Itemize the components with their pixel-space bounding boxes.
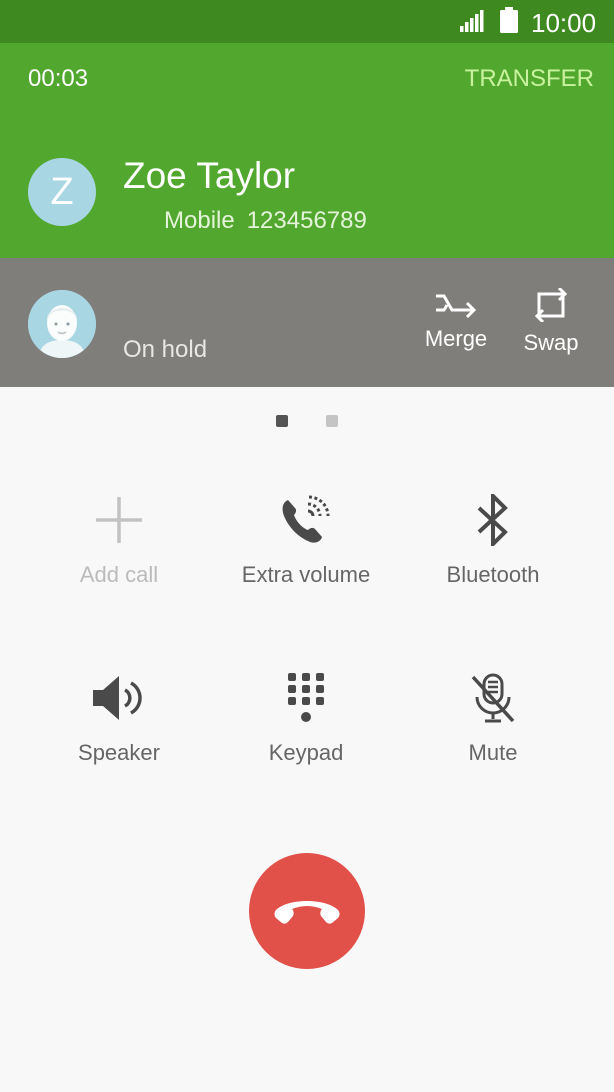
extra-volume-button[interactable]: Extra volume (216, 492, 396, 588)
caller-number-line: Mobile 123456789 (164, 207, 367, 235)
mute-label: Mute (468, 740, 518, 765)
bluetooth-icon (477, 494, 508, 546)
held-call-panel[interactable]: On hold Merge Swap (0, 258, 614, 387)
mute-button[interactable]: Mute (403, 670, 583, 766)
merge-icon (436, 294, 477, 318)
hang-up-icon (274, 901, 340, 924)
bluetooth-button[interactable]: Bluetooth (403, 492, 583, 588)
page-dot-active[interactable] (276, 415, 288, 427)
number-type: Mobile (164, 207, 235, 234)
merge-label: Merge (424, 326, 488, 351)
caller-avatar: Z (28, 158, 96, 226)
keypad-label: Keypad (268, 740, 344, 765)
extra-volume-icon (282, 495, 330, 543)
on-hold-label: On hold (123, 336, 208, 363)
end-call-button[interactable] (249, 853, 365, 969)
status-bar: 10:00 (0, 0, 614, 43)
mic-off-icon (471, 673, 515, 723)
caller-name: Zoe Taylor (123, 155, 296, 196)
transfer-button[interactable]: TRANSFER (465, 65, 594, 93)
swap-label: Swap (523, 330, 579, 355)
signal-icon (460, 10, 484, 32)
swap-button[interactable]: Swap (511, 288, 591, 356)
person-icon (28, 290, 96, 358)
active-call-panel: 00:03 TRANSFER Z Zoe Taylor Mobile 123456… (0, 43, 614, 258)
swap-icon (534, 288, 568, 322)
held-caller-avatar (28, 290, 96, 358)
merge-button[interactable]: Merge (416, 288, 496, 352)
plus-icon (96, 497, 142, 543)
battery-icon (500, 7, 518, 33)
add-call-button[interactable]: Add call (29, 492, 209, 588)
keypad-button[interactable]: Keypad (216, 670, 396, 766)
caller-number: 123456789 (246, 207, 367, 234)
keypad-icon (288, 673, 324, 722)
bluetooth-label: Bluetooth (446, 562, 540, 587)
status-time: 10:00 (531, 8, 597, 38)
speaker-button[interactable]: Speaker (29, 670, 209, 766)
call-timer: 00:03 (28, 65, 89, 92)
page-dot[interactable] (326, 415, 338, 427)
speaker-icon (93, 676, 142, 720)
speaker-label: Speaker (78, 740, 160, 765)
page-indicator (276, 415, 338, 427)
add-call-label: Add call (79, 562, 159, 587)
extra-volume-label: Extra volume (241, 562, 371, 587)
